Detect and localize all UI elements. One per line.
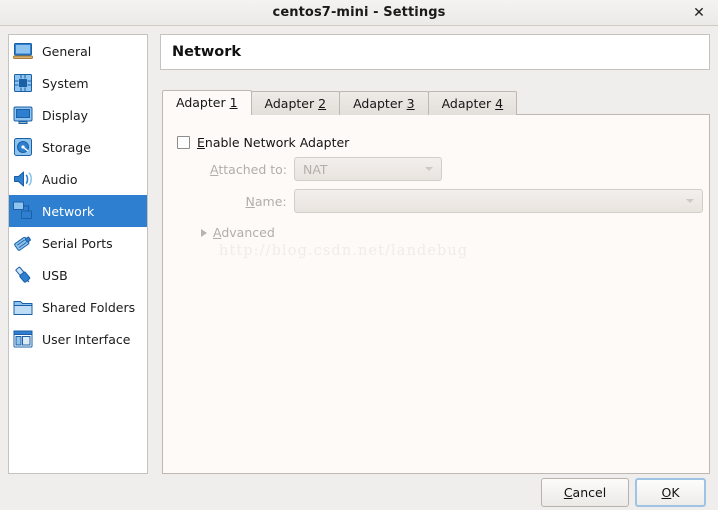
close-icon[interactable]: ✕ [690, 4, 708, 22]
name-mnemonic: N [245, 193, 255, 209]
ok-label-rest: K [671, 485, 680, 500]
tab-adapter-4[interactable]: Adapter 4 [427, 91, 518, 115]
speaker-icon [12, 168, 34, 190]
attached-to-label: Attached to: [191, 162, 287, 177]
tab-label-prefix: Adapter [441, 96, 496, 111]
tab-mnemonic: 4 [495, 96, 504, 111]
sidebar-item-usb[interactable]: USB [9, 259, 147, 291]
watermark-text: http://blog.csdn.net/landebug [219, 243, 469, 259]
settings-content-panel: Network Adapter 1 Adapter 2 Adapter 3 Adapt… [160, 34, 710, 474]
usb-icon [12, 264, 34, 286]
tab-mnemonic: 2 [318, 96, 327, 111]
sidebar-item-label: System [42, 75, 89, 91]
cancel-mnemonic: C [563, 485, 573, 500]
sidebar-item-display[interactable]: Display [9, 99, 147, 131]
enable-network-adapter-label: Enable Network Adapter [197, 135, 349, 150]
tab-label-prefix: Adapter [264, 96, 319, 111]
sidebar-item-label: Shared Folders [42, 299, 136, 315]
user-interface-icon [12, 328, 34, 350]
sidebar-item-network[interactable]: Network [9, 195, 147, 227]
advanced-label: Advanced [213, 225, 275, 240]
sidebar-item-system[interactable]: System [9, 67, 147, 99]
sidebar-item-label: Storage [42, 139, 91, 155]
advanced-disclosure[interactable]: Advanced [201, 225, 275, 240]
display-icon [12, 104, 34, 126]
adapter-tab-page: Enable Network Adapter Attached to: NAT … [162, 114, 710, 474]
chevron-right-icon [201, 228, 207, 237]
sidebar-item-storage[interactable]: Storage [9, 131, 147, 163]
enable-adapter-mnemonic: E [197, 135, 205, 150]
sidebar-item-user-interface[interactable]: User Interface [9, 323, 147, 355]
dialog-footer: Cancel OK [0, 478, 718, 510]
sidebar-item-serial-ports[interactable]: Serial Ports [9, 227, 147, 259]
chip-icon [12, 72, 34, 94]
sidebar-item-label: Audio [42, 171, 78, 187]
adapter-tabstrip[interactable]: Adapter 1 Adapter 2 Adapter 3 Adapter 4 [162, 90, 710, 115]
tab-mnemonic: 1 [229, 95, 238, 110]
tab-adapter-2[interactable]: Adapter 2 [250, 91, 341, 115]
sidebar-item-label: Network [42, 203, 95, 219]
dialog-body: General System Display Storage Audio Network S… [0, 26, 718, 510]
ok-button[interactable]: OK [635, 478, 706, 507]
name-label-rest: ame: [254, 193, 287, 209]
tab-label-prefix: Adapter [353, 96, 407, 111]
sidebar-item-audio[interactable]: Audio [9, 163, 147, 195]
sidebar-item-label: USB [42, 267, 68, 283]
sidebar-item-shared-folders[interactable]: Shared Folders [9, 291, 147, 323]
chevron-down-icon [425, 167, 433, 171]
page-header: Network [160, 34, 710, 70]
name-row: Name: [191, 189, 703, 213]
page-title: Network [172, 44, 242, 60]
enable-adapter-label-rest: nable Network Adapter [204, 135, 350, 150]
enable-network-adapter-row[interactable]: Enable Network Adapter [177, 135, 349, 150]
enable-network-adapter-checkbox[interactable] [177, 136, 190, 149]
attached-to-label-rest: ttached to: [218, 161, 287, 177]
ok-mnemonic: O [661, 485, 672, 500]
chevron-down-icon [686, 199, 694, 203]
sidebar-item-label: User Interface [42, 331, 131, 347]
attached-to-row: Attached to: NAT [191, 157, 603, 181]
sidebar-item-general[interactable]: General [9, 35, 147, 67]
harddisk-icon [12, 136, 34, 158]
settings-category-list[interactable]: General System Display Storage Audio Network S… [8, 34, 148, 474]
name-label: Name: [191, 194, 287, 209]
sidebar-item-label: General [42, 43, 92, 59]
serial-port-icon [12, 232, 34, 254]
tab-label-prefix: Adapter [176, 95, 230, 110]
name-combobox[interactable] [293, 189, 703, 213]
title-bar: centos7-mini - Settings ✕ [0, 0, 718, 26]
attached-to-combobox[interactable]: NAT [294, 157, 442, 181]
folder-icon [12, 296, 34, 318]
cancel-label-rest: ancel [572, 485, 607, 500]
tab-mnemonic: 3 [406, 96, 415, 111]
cancel-button[interactable]: Cancel [541, 478, 629, 507]
window-title: centos7-mini - Settings [272, 5, 446, 20]
sidebar-item-label: Serial Ports [42, 235, 113, 251]
network-icon [12, 200, 34, 222]
monitor-icon [12, 40, 34, 62]
tab-adapter-1[interactable]: Adapter 1 [162, 90, 252, 115]
advanced-label-rest: dvanced [221, 225, 275, 240]
tab-adapter-3[interactable]: Adapter 3 [339, 91, 429, 115]
sidebar-item-label: Display [42, 107, 89, 123]
attached-to-value: NAT [303, 161, 328, 177]
